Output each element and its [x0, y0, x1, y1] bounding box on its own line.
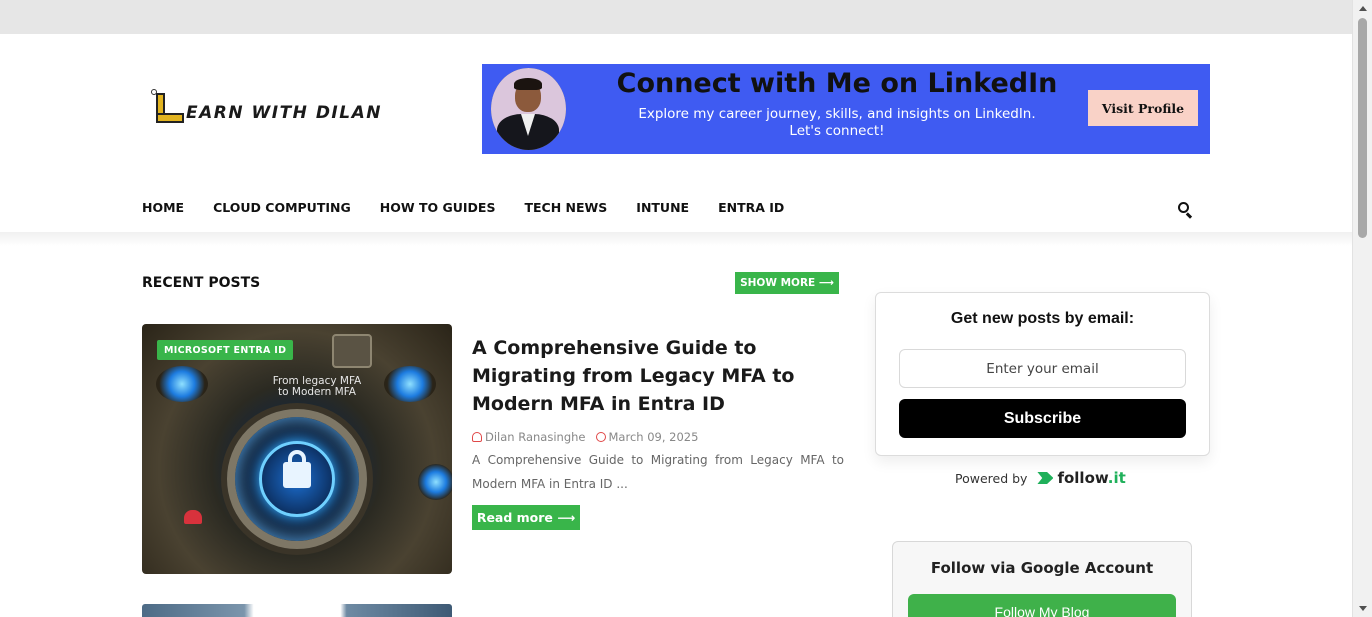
glow-graphic: [156, 366, 208, 402]
nav-item-intune[interactable]: INTUNE: [636, 200, 689, 218]
google-follow-widget: Follow via Google Account Follow My Blog: [892, 541, 1192, 617]
lock-icon: [283, 462, 311, 488]
email-input[interactable]: Enter your email: [899, 349, 1186, 388]
heart-icon: [184, 510, 202, 524]
user-icon: [472, 432, 482, 442]
post-thumbnail[interactable]: From legacy MFA to Modern MFA: [142, 324, 452, 574]
subscribe-button[interactable]: Subscribe: [899, 399, 1186, 438]
logo-mark-icon: [150, 89, 184, 125]
nav-item-how-to-guides[interactable]: HOW TO GUIDES: [380, 200, 496, 218]
page-scrollbar[interactable]: [1352, 0, 1372, 617]
visit-profile-button[interactable]: Visit Profile: [1088, 90, 1198, 126]
clock-icon: [595, 432, 606, 442]
site-logo[interactable]: EARN WITH DILAN: [150, 88, 390, 126]
post-author[interactable]: Dilan Ranasinghe: [485, 430, 586, 444]
scroll-down-arrow-icon[interactable]: [1359, 606, 1367, 611]
linkedin-banner[interactable]: Connect with Me on LinkedIn Explore my c…: [482, 64, 1210, 154]
follow-my-blog-button[interactable]: Follow My Blog: [908, 594, 1176, 617]
scroll-up-arrow-icon[interactable]: [1359, 6, 1367, 11]
nav-divider: [0, 232, 1352, 246]
powered-by-follow-it[interactable]: Powered by follow.it: [955, 468, 1126, 488]
email-subscribe-widget: Get new posts by email: Enter your email…: [875, 292, 1210, 456]
banner-subtitle: Explore my career journey, skills, and i…: [592, 106, 1082, 140]
post-category-tag[interactable]: MICROSOFT ENTRA ID: [157, 340, 294, 360]
thumbnail-caption-line2: to Modern MFA: [278, 386, 356, 398]
google-widget-heading: Follow via Google Account: [930, 559, 1154, 577]
email-widget-heading: Get new posts by email:: [950, 310, 1135, 327]
chip-graphic: [332, 334, 372, 368]
main-nav: HOME CLOUD COMPUTING HOW TO GUIDES TECH …: [142, 200, 813, 218]
search-icon[interactable]: [1177, 201, 1193, 219]
thumbnail-caption: From legacy MFA to Modern MFA: [242, 376, 392, 398]
nav-item-tech-news[interactable]: TECH NEWS: [524, 200, 607, 218]
recent-posts-heading: RECENT POSTS: [142, 275, 261, 291]
post-title-link[interactable]: A Comprehensive Guide to Migrating from …: [472, 334, 844, 418]
next-post-thumbnail[interactable]: [142, 604, 452, 617]
scrollbar-thumb[interactable]: [1358, 18, 1367, 238]
show-more-button[interactable]: SHOW MORE ⟶: [735, 272, 839, 294]
browser-top-strip: [0, 0, 1352, 34]
post-excerpt: A Comprehensive Guide to Migrating from …: [472, 453, 844, 491]
follow-it-brand-name: follow: [1057, 469, 1108, 487]
profile-photo: [491, 68, 566, 150]
nav-item-home[interactable]: HOME: [142, 200, 184, 218]
logo-text: EARN WITH DILAN: [186, 103, 382, 123]
banner-subtitle-line1: Explore my career journey, skills, and i…: [638, 106, 1036, 122]
banner-subtitle-line2: Let's connect!: [789, 123, 885, 139]
follow-it-logo-icon: [1037, 472, 1054, 484]
follow-it-brand-suffix: .it: [1107, 469, 1126, 487]
glow-graphic: [418, 464, 452, 500]
read-more-button[interactable]: Read more ⟶: [472, 505, 580, 530]
post-date: March 09, 2025: [608, 430, 699, 444]
nav-item-cloud-computing[interactable]: CLOUD COMPUTING: [213, 200, 351, 218]
nav-item-entra-id[interactable]: ENTRA ID: [718, 200, 784, 218]
follow-it-brand: follow.it: [1057, 469, 1125, 487]
post-meta: Dilan Ranasinghe March 09, 2025: [472, 430, 698, 444]
powered-by-label: Powered by: [955, 470, 1028, 486]
banner-title: Connect with Me on LinkedIn: [616, 68, 1058, 99]
